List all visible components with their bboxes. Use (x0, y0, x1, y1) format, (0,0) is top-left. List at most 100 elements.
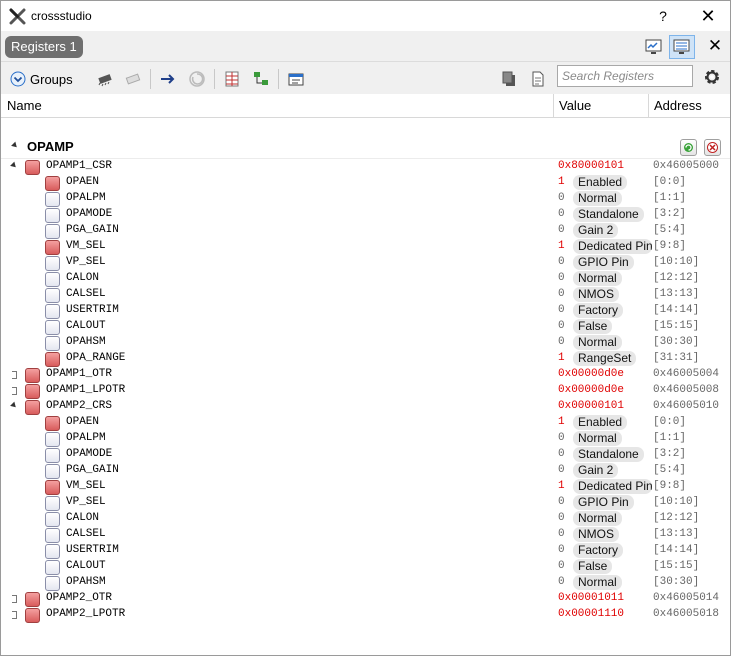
register-checkbox[interactable] (25, 160, 40, 175)
field-value[interactable]: 0 (558, 208, 565, 220)
column-value-header[interactable]: Value (553, 94, 648, 118)
field-value[interactable]: 0 (558, 432, 565, 444)
field-enum-label[interactable]: GPIO Pin (573, 495, 634, 510)
field-row[interactable]: VM_SEL 1 Dedicated Pin [9:8] (1, 239, 730, 255)
field-value[interactable]: 0 (558, 528, 565, 540)
register-checkbox[interactable] (45, 176, 60, 191)
register-value[interactable]: 0x00000d0e (558, 368, 624, 380)
field-row[interactable]: PGA_GAIN 0 Gain 2 [5:4] (1, 463, 730, 479)
field-value[interactable]: 0 (558, 304, 565, 316)
collapse-arrow-icon[interactable] (10, 401, 18, 410)
register-checkbox[interactable] (45, 256, 60, 271)
field-row[interactable]: CALOUT 0 False [15:15] (1, 319, 730, 335)
register-checkbox[interactable] (45, 528, 60, 543)
field-enum-label[interactable]: RangeSet (573, 351, 637, 366)
register-checkbox[interactable] (45, 544, 60, 559)
field-row[interactable]: USERTRIM 0 Factory [14:14] (1, 543, 730, 559)
field-enum-label[interactable]: Factory (573, 303, 624, 318)
field-value[interactable]: 0 (558, 288, 565, 300)
field-row[interactable]: PGA_GAIN 0 Gain 2 [5:4] (1, 223, 730, 239)
register-tree-icon[interactable] (251, 69, 271, 89)
field-enum-label[interactable]: Standalone (573, 207, 644, 222)
expand-arrow-icon[interactable] (12, 595, 18, 603)
expand-arrow-icon[interactable] (12, 387, 18, 395)
register-row[interactable]: OPAMP2_CRS 0x00000101 0x46005010 (1, 399, 730, 415)
field-value[interactable]: 0 (558, 464, 565, 476)
register-grid-icon[interactable] (222, 69, 242, 89)
field-enum-label[interactable]: Normal (573, 575, 622, 590)
field-row[interactable]: VP_SEL 0 GPIO Pin [10:10] (1, 255, 730, 271)
field-row[interactable]: CALON 0 Normal [12:12] (1, 271, 730, 287)
column-name-header[interactable]: Name (1, 94, 553, 118)
register-row[interactable]: OPAMP2_OTR 0x00001011 0x46005014 (1, 591, 730, 607)
register-value[interactable]: 0x80000101 (558, 160, 624, 172)
register-view-button[interactable] (669, 35, 695, 59)
register-row[interactable]: OPAMP2_LPOTR 0x00001110 0x46005018 (1, 607, 730, 623)
properties-icon[interactable] (286, 69, 306, 89)
register-checkbox[interactable] (45, 320, 60, 335)
field-row[interactable]: OPAHSM 0 Normal [30:30] (1, 335, 730, 351)
expand-arrow-icon[interactable] (12, 611, 18, 619)
register-checkbox[interactable] (45, 304, 60, 319)
field-value[interactable]: 1 (558, 416, 565, 428)
field-enum-label[interactable]: Normal (573, 191, 622, 206)
field-row[interactable]: VP_SEL 0 GPIO Pin [10:10] (1, 495, 730, 511)
field-enum-label[interactable]: Normal (573, 431, 622, 446)
chip-outline-icon[interactable] (123, 69, 143, 89)
field-value[interactable]: 0 (558, 496, 565, 508)
field-row[interactable]: USERTRIM 0 Factory [14:14] (1, 303, 730, 319)
field-row[interactable]: OPA_RANGE 1 RangeSet [31:31] (1, 351, 730, 367)
register-value[interactable]: 0x00000d0e (558, 384, 624, 396)
expand-arrow-icon[interactable] (12, 371, 18, 379)
groups-button[interactable]: Groups (10, 69, 73, 89)
field-row[interactable]: OPAMODE 0 Standalone [3:2] (1, 207, 730, 223)
search-registers-input[interactable] (557, 65, 693, 87)
field-value[interactable]: 1 (558, 352, 565, 364)
field-row[interactable]: OPAHSM 0 Normal [30:30] (1, 575, 730, 591)
register-checkbox[interactable] (25, 368, 40, 383)
chip-icon[interactable] (95, 69, 115, 89)
field-value[interactable]: 0 (558, 560, 565, 572)
field-enum-label[interactable]: Factory (573, 543, 624, 558)
register-row[interactable]: OPAMP1_CSR 0x80000101 0x46005000 (1, 159, 730, 175)
field-value[interactable]: 0 (558, 224, 565, 236)
window-close-button[interactable]: ✕ (695, 5, 721, 27)
field-value[interactable]: 0 (558, 320, 565, 332)
register-row[interactable]: OPAMP1_OTR 0x00000d0e 0x46005004 (1, 367, 730, 383)
register-checkbox[interactable] (45, 448, 60, 463)
field-enum-label[interactable]: NMOS (573, 527, 619, 542)
register-checkbox[interactable] (45, 224, 60, 239)
register-checkbox[interactable] (45, 480, 60, 495)
register-checkbox[interactable] (25, 384, 40, 399)
register-checkbox[interactable] (45, 432, 60, 447)
field-enum-label[interactable]: Dedicated Pin (573, 479, 652, 494)
gear-icon[interactable] (703, 68, 721, 86)
register-checkbox[interactable] (45, 560, 60, 575)
group-refresh-button[interactable] (680, 139, 697, 156)
group-close-button[interactable] (704, 139, 721, 156)
register-checkbox[interactable] (45, 576, 60, 591)
field-enum-label[interactable]: Enabled (573, 415, 628, 430)
document-icon[interactable] (528, 69, 548, 89)
field-enum-label[interactable]: Normal (573, 511, 622, 526)
register-checkbox[interactable] (45, 352, 60, 367)
field-row[interactable]: OPALPM 0 Normal [1:1] (1, 431, 730, 447)
refresh-icon[interactable] (187, 69, 207, 89)
register-checkbox[interactable] (45, 512, 60, 527)
register-checkbox[interactable] (45, 272, 60, 287)
field-enum-label[interactable]: Gain 2 (573, 223, 619, 238)
field-enum-label[interactable]: False (573, 559, 613, 574)
field-value[interactable]: 1 (558, 240, 565, 252)
field-value[interactable]: 0 (558, 256, 565, 268)
layout-view-button[interactable] (641, 35, 667, 59)
field-value[interactable]: 1 (558, 480, 565, 492)
field-row[interactable]: CALSEL 0 NMOS [13:13] (1, 287, 730, 303)
field-value[interactable]: 0 (558, 448, 565, 460)
field-row[interactable]: OPAEN 1 Enabled [0:0] (1, 175, 730, 191)
register-value[interactable]: 0x00000101 (558, 400, 624, 412)
arrow-right-icon[interactable] (158, 69, 178, 89)
field-value[interactable]: 0 (558, 192, 565, 204)
field-enum-label[interactable]: Dedicated Pin (573, 239, 652, 254)
field-row[interactable]: VM_SEL 1 Dedicated Pin [9:8] (1, 479, 730, 495)
register-value[interactable]: 0x00001110 (558, 608, 624, 620)
